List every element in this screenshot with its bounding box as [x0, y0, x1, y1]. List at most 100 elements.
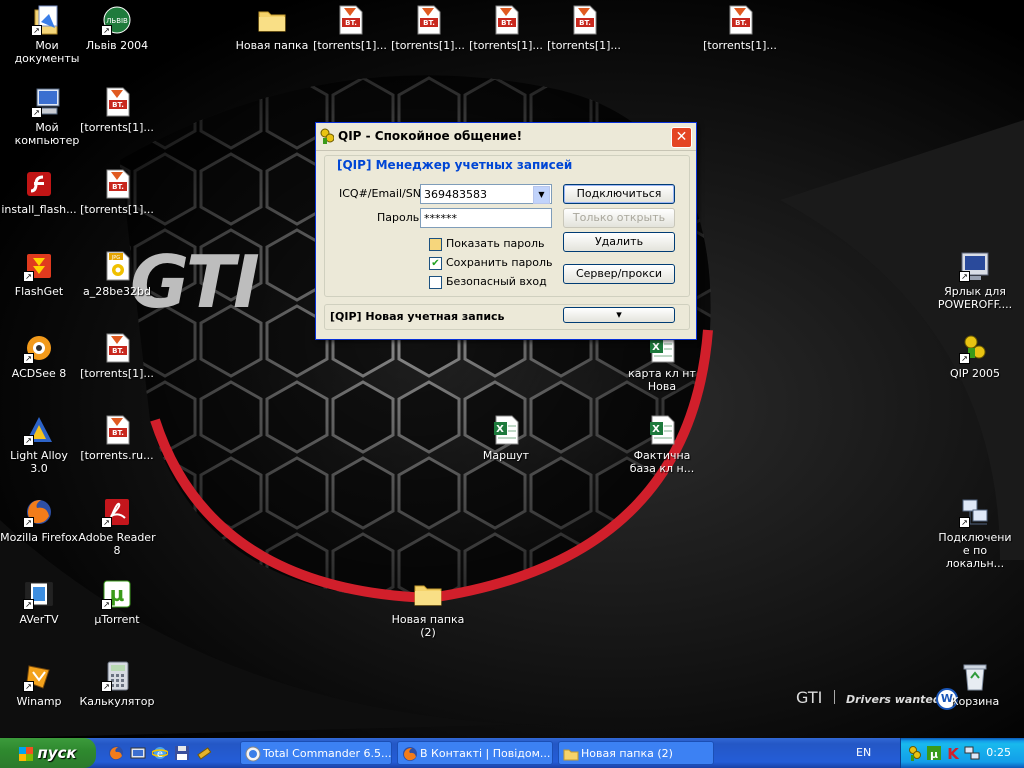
taskbar-button-vkontakte[interactable]: В Контакті | Повідом...	[397, 741, 553, 765]
open-only-button[interactable]: Только открыть	[563, 208, 675, 228]
desktop-icon-my-documents[interactable]: ↗ Мои документы	[8, 4, 86, 65]
utorrent-tray-icon[interactable]: µ	[926, 745, 942, 761]
antivirus-tray-icon[interactable]: K	[945, 745, 961, 763]
desktop-icon-install-flash[interactable]: install_flash...	[0, 168, 78, 216]
secure-login-checkbox[interactable]: Безопасный вход	[429, 275, 547, 289]
desktop-icon-torrent[interactable]: BT. [torrents[1]...	[78, 332, 156, 380]
desktop-icon-firefox[interactable]: ↗ Mozilla Firefox	[0, 496, 78, 544]
tool-icon[interactable]	[196, 745, 212, 761]
chevron-down-icon: ▾	[616, 308, 622, 321]
svg-text:BT.: BT.	[112, 183, 124, 191]
desktop-icon-light-alloy[interactable]: ↗ Light Alloy 3.0	[0, 414, 78, 475]
window-titlebar[interactable]: QIP - Спокойное общение! ✕	[316, 123, 696, 151]
desktop-icon-torrent[interactable]: BT. [torrents.ru...	[78, 414, 156, 462]
network-connection-icon: ↗	[959, 496, 991, 528]
desktop-icon-adobe-reader[interactable]: ↗ Adobe Reader 8	[78, 496, 156, 557]
password-value: ******	[424, 212, 457, 225]
checkbox-label: Безопасный вход	[446, 275, 547, 288]
firefox-icon: ↗	[23, 496, 55, 528]
desktop-icon-jpg-file[interactable]: JPG a_28be32bd	[78, 250, 156, 298]
desktop-icon-lviv-2004[interactable]: ЛЬВІВ ↗ Львів 2004	[78, 4, 156, 52]
desktop-icon-label: Корзина	[950, 695, 1000, 708]
calculator-icon: ↗	[101, 660, 133, 692]
show-password-checkbox[interactable]: Показать пароль	[429, 237, 545, 251]
group-title: [QIP] Менеджер учетных записей	[337, 158, 573, 172]
qip-icon: ↗	[959, 332, 991, 364]
folder-icon	[412, 578, 444, 610]
floppy-disk-icon[interactable]	[174, 745, 190, 761]
password-field[interactable]: ******	[420, 208, 552, 228]
desktop-icon-label: Маршут	[482, 449, 530, 462]
desktop-icon-label: Новая папка (2)	[391, 613, 465, 639]
taskbar-button-total-commander[interactable]: Total Commander 6.5...	[240, 741, 392, 765]
desktop-icon-label: Подключение по локальн...	[938, 531, 1012, 570]
firefox-icon	[402, 746, 418, 762]
flashget-icon: ↗	[23, 250, 55, 282]
desktop-icon-flashget[interactable]: ↗ FlashGet	[0, 250, 78, 298]
svg-text:X: X	[652, 424, 660, 435]
checkmark-icon: ✔	[429, 256, 442, 270]
excel-file-icon: X	[646, 414, 678, 446]
taskbar-button-new-folder-2[interactable]: Новая папка (2)	[558, 741, 714, 765]
desktop-icon-label: [torrents[1]...	[391, 39, 465, 52]
desktop-icon-qip-2005[interactable]: ↗ QIP 2005	[936, 332, 1014, 380]
svg-text:ЛЬВІВ: ЛЬВІВ	[106, 17, 128, 25]
chevron-down-icon[interactable]: ▼	[533, 186, 550, 204]
language-indicator[interactable]: EN	[856, 746, 871, 759]
uin-combobox[interactable]: 369483583 ▼	[420, 184, 552, 204]
desktop-icon-torrent[interactable]: BT. [torrents[1]...	[78, 168, 156, 216]
desktop-icon-torrent[interactable]: BT. [torrents[1]...	[311, 4, 389, 52]
svg-text:BT.: BT.	[501, 19, 513, 27]
internet-explorer-icon[interactable]: e	[151, 745, 169, 761]
desktop-icon-torrent[interactable]: BT. [torrents[1]...	[78, 86, 156, 134]
desktop-icon-new-folder[interactable]: Новая папка	[233, 4, 311, 52]
desktop-icon-marshrut[interactable]: X Маршут	[467, 414, 545, 462]
desktop-icon-label: Фактична база кл н...	[629, 449, 695, 475]
torrent-file-icon: BT.	[334, 4, 366, 36]
svg-text:JPG: JPG	[111, 255, 120, 261]
new-account-dropdown-button[interactable]: ▾	[563, 307, 675, 323]
torrent-file-icon: BT.	[101, 414, 133, 446]
torrent-file-icon: BT.	[490, 4, 522, 36]
desktop-icon-avertv[interactable]: ↗ AVerTV	[0, 578, 78, 626]
desktop-icon-label: install_flash...	[1, 203, 77, 216]
wallpaper-slogan-text: Drivers wanted.	[846, 693, 945, 706]
save-password-checkbox[interactable]: ✔ Сохранить пароль	[429, 256, 553, 270]
desktop-icon-recycle-bin[interactable]: Корзина	[936, 660, 1014, 708]
firefox-icon[interactable]	[108, 745, 124, 761]
svg-text:BT.: BT.	[112, 101, 124, 109]
desktop-icon-label: [torrents.ru...	[80, 449, 154, 462]
folder-icon	[563, 746, 579, 762]
clock[interactable]: 0:25	[986, 746, 1011, 759]
desktop-icon-poweroff-shortcut[interactable]: ↗ Ярлык для POWEROFF....	[936, 250, 1014, 311]
close-button[interactable]: ✕	[671, 127, 692, 148]
desktop-icon-utorrent[interactable]: µ ↗ µTorrent	[78, 578, 156, 626]
desktop-icon-torrent[interactable]: BT. [torrents[1]...	[545, 4, 623, 52]
qip-tray-icon[interactable]	[907, 745, 923, 761]
poweroff-shortcut-icon: ↗	[959, 250, 991, 282]
torrent-file-icon: BT.	[412, 4, 444, 36]
network-tray-icon[interactable]	[964, 745, 980, 761]
wallpaper-brand-text: GTI	[796, 688, 823, 707]
start-button[interactable]: пуск	[0, 738, 96, 768]
desktop-icon-calculator[interactable]: ↗ Калькулятор	[78, 660, 156, 708]
desktop-icon-label: Adobe Reader 8	[78, 531, 156, 557]
server-proxy-button[interactable]: Сервер/прокси	[563, 264, 675, 284]
desktop-icon-my-computer[interactable]: ↗ Мой компьютер	[8, 86, 86, 147]
desktop-icon-local-connection[interactable]: ↗ Подключение по локальн...	[936, 496, 1014, 570]
desktop-icon-torrent[interactable]: BT. [torrents[1]...	[389, 4, 467, 52]
desktop-icon-new-folder-2[interactable]: Новая папка (2)	[389, 578, 467, 639]
desktop-icon-label: [torrents[1]...	[469, 39, 543, 52]
show-desktop-icon[interactable]	[130, 745, 146, 761]
delete-button[interactable]: Удалить	[563, 232, 675, 252]
desktop-icon-torrent[interactable]: BT. [torrents[1]...	[701, 4, 779, 52]
desktop-icon-winamp[interactable]: ↗ Winamp	[0, 660, 78, 708]
desktop-icon-karta-klient[interactable]: X карта кл нт Нова	[623, 332, 701, 393]
desktop-icon-torrent[interactable]: BT. [torrents[1]...	[467, 4, 545, 52]
qip-login-window[interactable]: QIP - Спокойное общение! ✕ [QIP] Менедже…	[315, 122, 697, 340]
desktop-icon-faktychna-baza[interactable]: X Фактична база кл н...	[623, 414, 701, 475]
desktop-icon-acdsee[interactable]: ↗ ACDSee 8	[0, 332, 78, 380]
connect-button[interactable]: Подключиться	[563, 184, 675, 204]
desktop[interactable]: GTI GTI Drivers wanted. W ↗ Мои документ…	[0, 0, 1024, 738]
desktop-icon-label: [torrents[1]...	[80, 203, 154, 216]
